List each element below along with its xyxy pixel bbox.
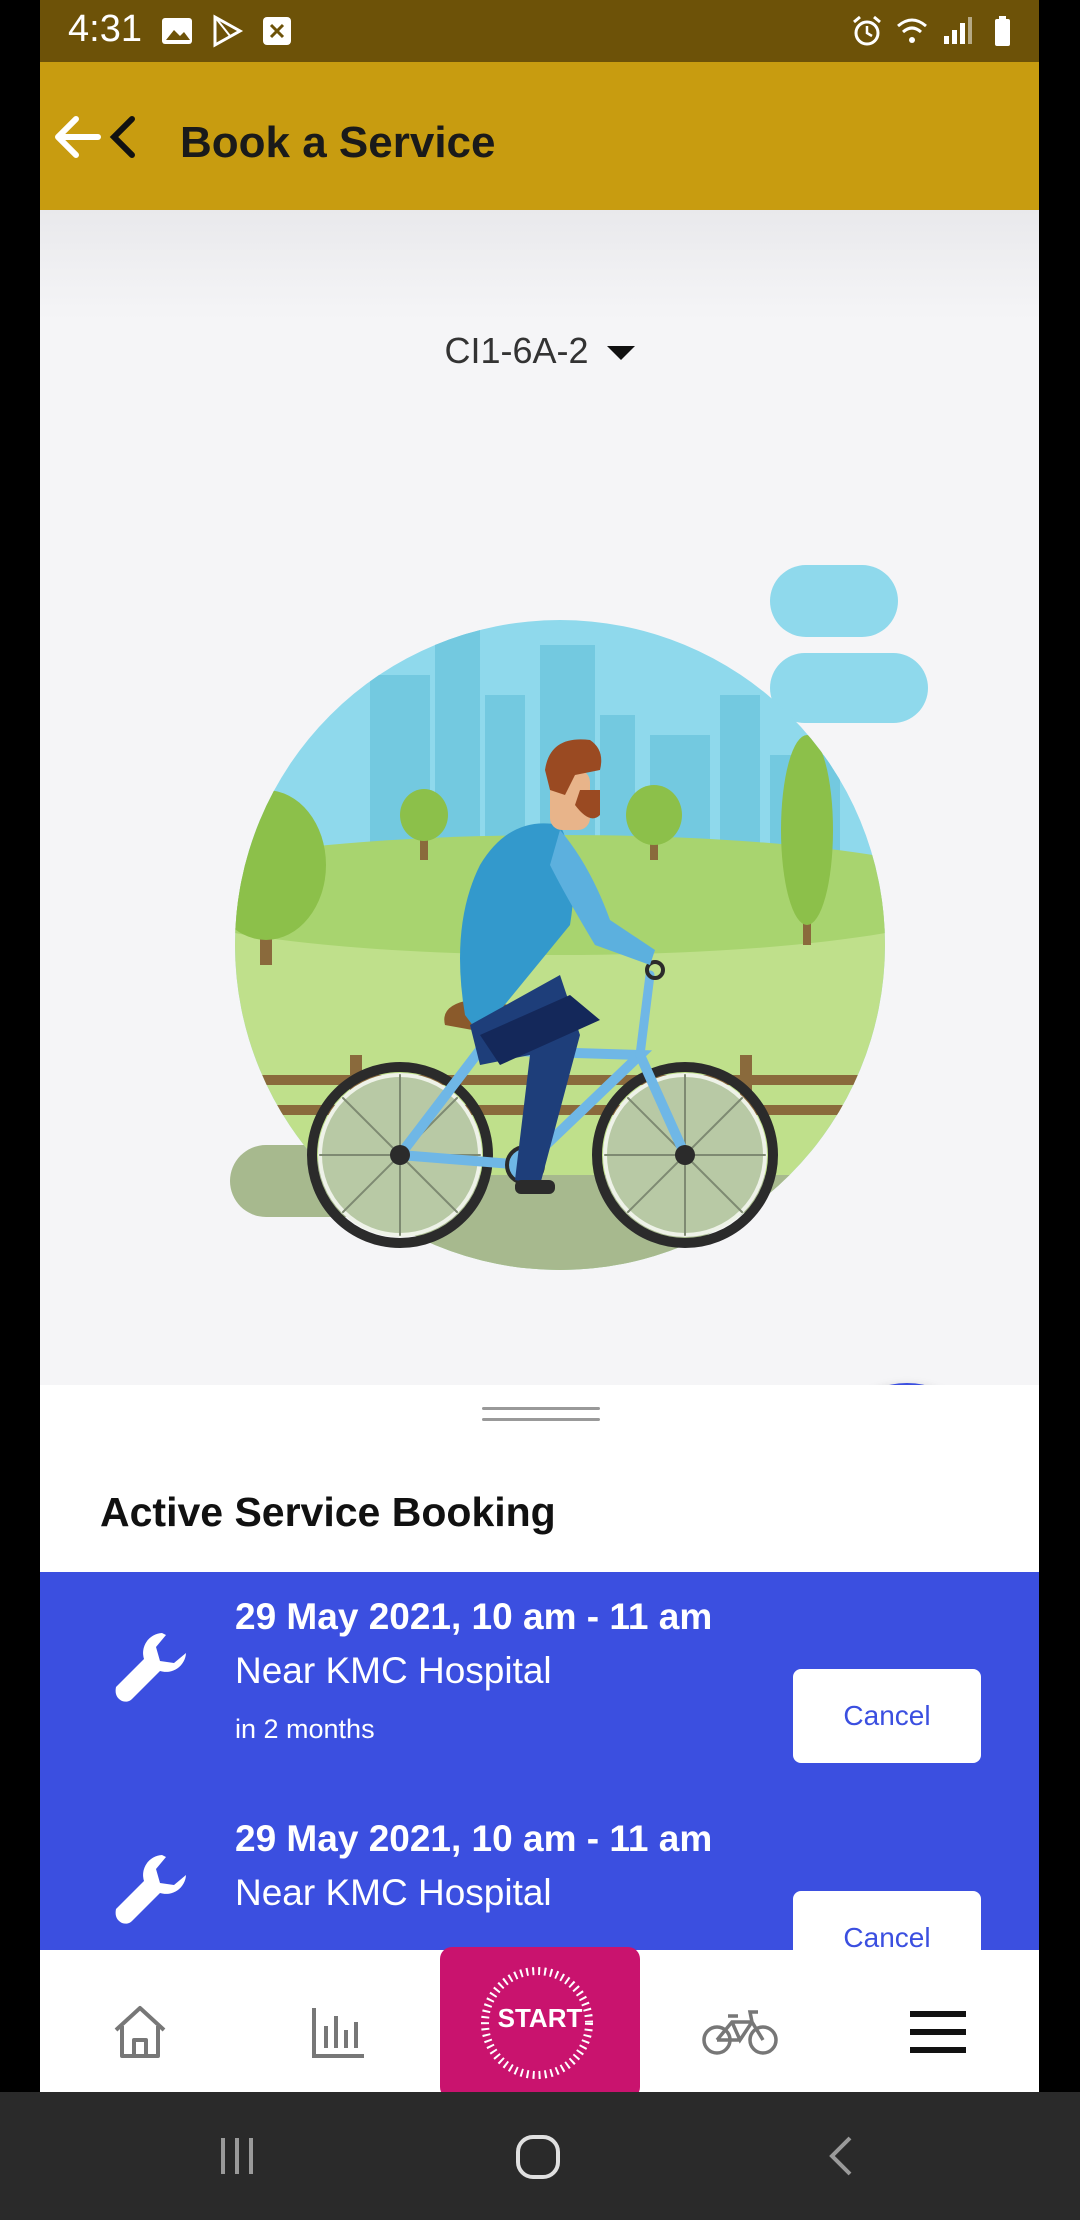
- image-icon: [162, 18, 192, 44]
- alarm-icon: [853, 15, 881, 46]
- cyclist-illustration: [230, 565, 928, 1270]
- status-time: 4:31: [68, 8, 142, 50]
- phone-screen: 4:31 Book a Service CI1-6A-2 Active Serv…: [40, 0, 1039, 2220]
- wrench-icon: [115, 1855, 186, 1924]
- battery-icon: [995, 16, 1010, 46]
- signal-icon: [944, 17, 972, 44]
- vehicle-selector[interactable]: CI1-6A-2: [40, 330, 1039, 372]
- system-back-icon[interactable]: [822, 2134, 862, 2178]
- active-bookings-sheet: Active Service Booking 29 May 2021, 10 a…: [40, 1385, 1039, 1950]
- status-bar: 4:31: [40, 0, 1039, 62]
- back-arrow-icon[interactable]: [50, 102, 160, 172]
- cancel-button[interactable]: Cancel: [793, 1669, 981, 1763]
- recent-apps-icon[interactable]: [215, 2134, 259, 2178]
- app-bar: Book a Service: [40, 62, 1039, 210]
- start-button[interactable]: START: [440, 1947, 640, 2099]
- close-box-icon: [263, 17, 291, 45]
- home-circle-icon[interactable]: [513, 2132, 563, 2182]
- bookings-list: 29 May 2021, 10 am - 11 am Near KMC Hosp…: [40, 1572, 1039, 1950]
- page-title: Book a Service: [180, 118, 496, 167]
- booking-location: Near KMC Hospital: [235, 1872, 552, 1913]
- booking-item[interactable]: 29 May 2021, 10 am - 11 am Near KMC Hosp…: [40, 1572, 1039, 1797]
- dropdown-caret-icon: [606, 346, 635, 361]
- start-label: START: [497, 2003, 583, 2033]
- booking-location: Near KMC Hospital: [235, 1650, 552, 1691]
- hero-area: CI1-6A-2: [40, 210, 1039, 1547]
- system-navigation-bar: [0, 2092, 1080, 2220]
- booking-relative-time: in 2 months: [235, 1714, 375, 1744]
- vehicle-selector-value: CI1-6A-2: [444, 330, 589, 371]
- bicycle-icon[interactable]: [700, 2000, 780, 2064]
- booking-date-time: 29 May 2021, 10 am - 11 am: [235, 1818, 713, 1859]
- booking-item[interactable]: 29 May 2021, 10 am - 11 am Near KMC Hosp…: [40, 1794, 1039, 1950]
- menu-icon[interactable]: [906, 2000, 970, 2064]
- wrench-icon: [115, 1633, 186, 1702]
- wifi-icon: [897, 18, 927, 43]
- play-store-icon: [213, 14, 244, 48]
- booking-date-time: 29 May 2021, 10 am - 11 am: [235, 1596, 713, 1637]
- cancel-button[interactable]: Cancel: [793, 1891, 981, 1950]
- home-icon[interactable]: [108, 2000, 172, 2064]
- sheet-drag-handle[interactable]: [482, 1407, 600, 1421]
- section-title: Active Service Booking: [100, 1489, 556, 1535]
- stats-icon[interactable]: [306, 2000, 370, 2064]
